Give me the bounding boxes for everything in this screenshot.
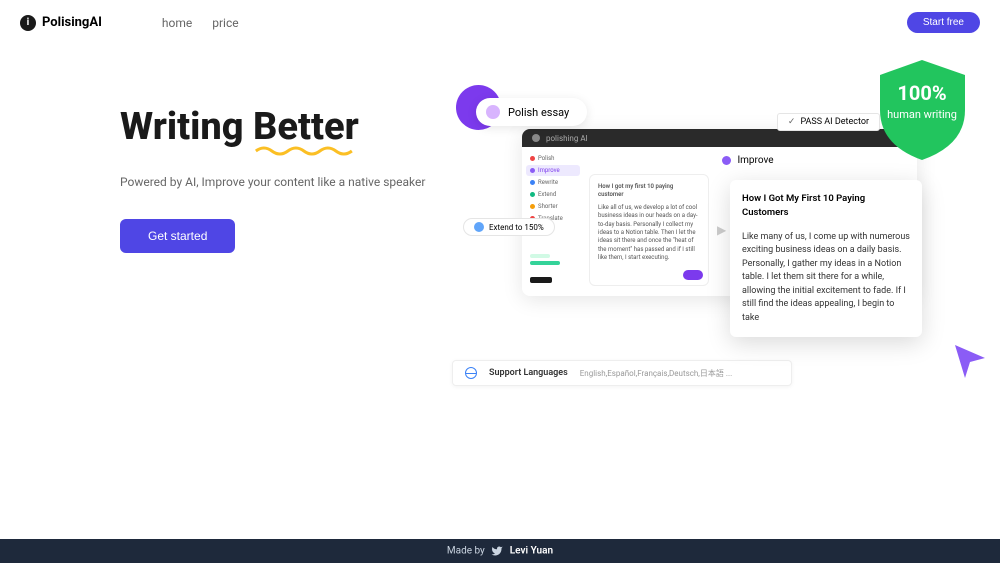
pass-pill: ✓ PASS AI Detector xyxy=(777,113,880,131)
polish-dot-icon xyxy=(486,105,500,119)
source-card: How I got my first 10 paying customer Li… xyxy=(589,174,709,286)
output-body: Like many of us, I come up with numerous… xyxy=(742,231,910,326)
languages-list: English,Español,Français,Deutsch,日本語 ... xyxy=(580,368,732,379)
polish-pill: Polish essay xyxy=(476,98,587,126)
dot-icon xyxy=(530,204,535,209)
languages-label: Support Languages xyxy=(489,368,568,378)
footer-made-by: Made by xyxy=(447,546,485,557)
check-icon: ✓ xyxy=(788,117,796,127)
main: Writing Better Powered by AI, Improve yo… xyxy=(0,45,1000,455)
nav-home[interactable]: home xyxy=(162,16,192,30)
svg-text:100%: 100% xyxy=(897,81,946,105)
improve-label: Improve xyxy=(737,155,773,166)
wavy-underline-icon xyxy=(253,145,359,157)
get-started-button[interactable]: Get started xyxy=(120,219,235,253)
sidebar-item-extend[interactable]: Extend xyxy=(526,189,580,200)
dot-icon xyxy=(530,180,535,185)
logo[interactable]: i PolisingAI xyxy=(20,15,102,31)
bar-icon xyxy=(530,277,552,283)
headline: Writing Better xyxy=(120,105,440,151)
sidebar-item-shorter[interactable]: Shorter xyxy=(526,201,580,212)
footer-author[interactable]: Levi Yuan xyxy=(510,546,553,557)
source-body: Like all of us, we develop a lot of cool… xyxy=(598,204,700,263)
hero-left: Writing Better Powered by AI, Improve yo… xyxy=(120,105,440,455)
cursor-arrow-icon xyxy=(950,340,990,380)
bar-icon xyxy=(530,261,560,265)
languages-bar: Support Languages English,Español,França… xyxy=(452,360,792,386)
extend-dot-icon xyxy=(474,222,484,232)
polish-pill-label: Polish essay xyxy=(508,106,569,119)
shield-badge: 100% human writing xyxy=(875,60,970,160)
logo-icon: i xyxy=(20,15,36,31)
twitter-icon xyxy=(491,545,503,557)
app-title: polishing AI xyxy=(546,134,588,143)
app-titlebar: polishing AI xyxy=(522,129,917,147)
bar-icon xyxy=(530,254,550,258)
header: i PolisingAI home price Start free xyxy=(0,0,1000,45)
dot-icon xyxy=(530,168,535,173)
card-action-button[interactable] xyxy=(683,270,703,280)
nav-price[interactable]: price xyxy=(212,16,238,30)
arrow-right-icon: ▶ xyxy=(717,223,726,237)
headline-word-1: Writing xyxy=(120,105,244,149)
pass-pill-label: PASS AI Detector xyxy=(800,117,869,127)
globe-icon xyxy=(465,367,477,379)
dot-icon xyxy=(530,192,535,197)
subtitle: Powered by AI, Improve your content like… xyxy=(120,175,440,189)
extend-pill-label: Extend to 150% xyxy=(489,223,544,232)
brand-name: PolisingAI xyxy=(42,15,102,30)
dot-icon xyxy=(530,156,535,161)
headline-word-2: Better xyxy=(253,105,359,151)
source-title: How I got my first 10 paying customer xyxy=(598,183,700,200)
nav: home price xyxy=(162,16,239,30)
svg-text:human writing: human writing xyxy=(887,108,957,121)
titlebar-dot-icon xyxy=(532,134,540,142)
dot-icon xyxy=(722,156,731,165)
improve-tab: Improve xyxy=(589,151,907,174)
hero-right: Polish essay ✓ PASS AI Detector 100% hum… xyxy=(460,105,960,455)
start-free-button[interactable]: Start free xyxy=(907,12,980,33)
footer: Made by Levi Yuan xyxy=(0,539,1000,563)
extend-pill: Extend to 150% xyxy=(463,218,555,236)
sidebar-item-rewrite[interactable]: Rewrite xyxy=(526,177,580,188)
sidebar-item-polish[interactable]: Polish xyxy=(526,153,580,164)
sidebar-item-improve[interactable]: Improve xyxy=(526,165,580,176)
output-title: How I Got My First 10 Paying Customers xyxy=(742,192,910,221)
sidebar-footer xyxy=(526,254,580,283)
output-card: How I Got My First 10 Paying Customers L… xyxy=(730,180,922,337)
